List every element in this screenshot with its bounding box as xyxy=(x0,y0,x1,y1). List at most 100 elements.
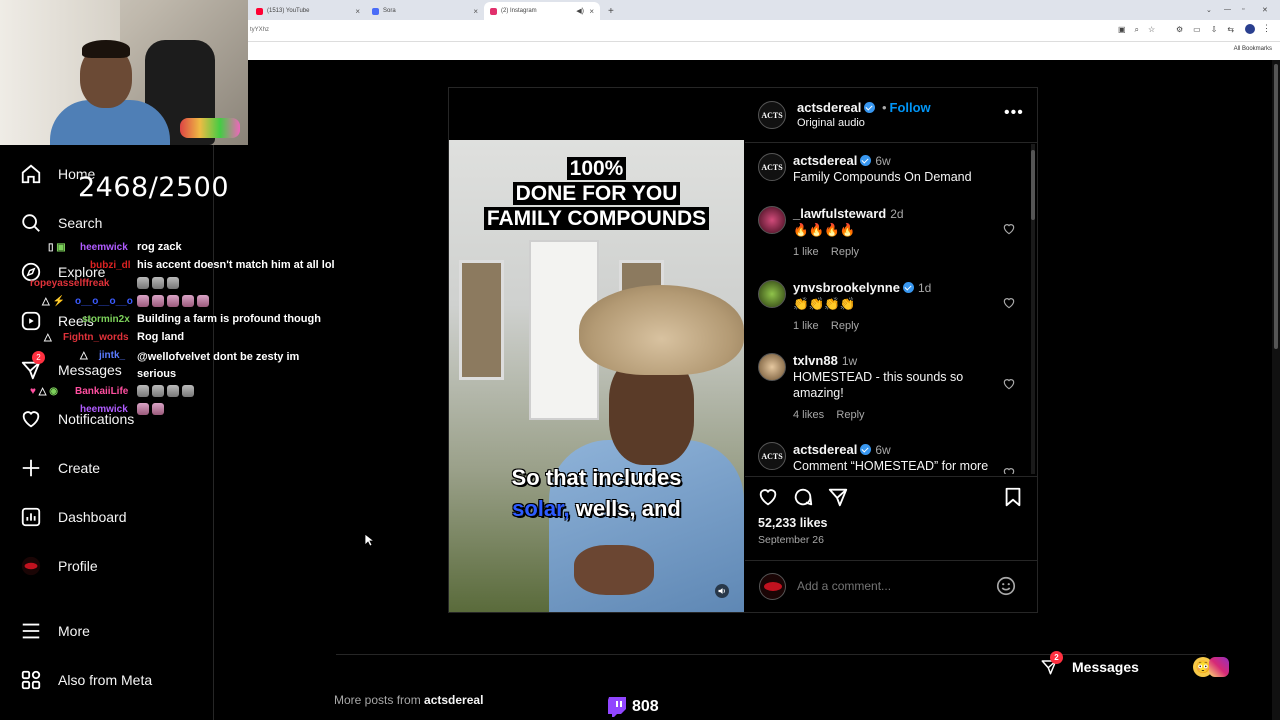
video-caption-top-line1: 100% xyxy=(449,156,744,181)
comment-icon[interactable] xyxy=(792,486,814,508)
close-tab-icon[interactable]: × xyxy=(355,7,360,16)
volume-icon[interactable] xyxy=(715,584,729,598)
maximize-icon[interactable]: ▫ xyxy=(1242,6,1244,13)
tab-instagram[interactable]: (2) Instagram ◀) × xyxy=(484,2,600,20)
minimize-icon[interactable]: — xyxy=(1224,6,1231,13)
audio-label[interactable]: Original audio xyxy=(797,117,865,129)
sidebar-item-profile[interactable]: Profile xyxy=(20,555,98,577)
chat-badge-icons: ♥ △ ◉ xyxy=(30,386,58,397)
comment-meta: 1 like Reply xyxy=(793,246,859,258)
kebab-menu-icon[interactable]: ⋮ xyxy=(1262,23,1271,34)
chat-message: rog zack xyxy=(137,241,182,253)
caption-username[interactable]: actsdereal xyxy=(793,153,857,168)
author-username[interactable]: actsdereal xyxy=(797,100,861,115)
chat-badge-icons: △ xyxy=(80,350,88,361)
sora-icon xyxy=(372,7,379,15)
chat-message: Rog land xyxy=(137,331,185,343)
comment-time: 1w xyxy=(841,354,858,368)
tab-youtube[interactable]: (1513) YouTube × xyxy=(250,2,366,20)
commenter-avatar[interactable]: ACTS xyxy=(758,442,786,470)
commenter-avatar[interactable] xyxy=(758,280,786,308)
comment-username[interactable]: ynvsbrookelynne xyxy=(793,280,900,295)
chat-username: jintk_ xyxy=(99,350,126,361)
instagram-icon xyxy=(1208,657,1229,677)
comment-username[interactable]: actsdereal xyxy=(793,442,857,457)
all-bookmarks[interactable]: All Bookmarks xyxy=(1234,46,1272,52)
man-hands xyxy=(574,545,654,595)
section-divider xyxy=(336,654,1206,655)
message-avatars: 😳 xyxy=(1192,657,1229,677)
comment-username[interactable]: _lawfulsteward xyxy=(793,206,886,221)
comment-author-row: ynvsbrookelynne 1d xyxy=(793,280,931,295)
towel xyxy=(180,118,240,138)
toolbar-icons[interactable]: ▣⌕☆ xyxy=(1118,25,1164,35)
caption-time: 6w xyxy=(875,154,891,168)
address-bar[interactable]: tyYXhz ▣⌕☆ ⚙▭⇩⇆ ⋮ xyxy=(248,20,1280,42)
instagram-icon xyxy=(490,7,497,15)
profile-avatar-icon[interactable] xyxy=(1245,24,1255,34)
commenter-avatar[interactable] xyxy=(758,353,786,381)
comment-like-icon[interactable] xyxy=(1002,466,1016,474)
comment-likes[interactable]: 1 like xyxy=(793,320,819,332)
actions-divider xyxy=(745,476,1037,477)
comment-likes[interactable]: 1 like xyxy=(793,246,819,258)
youtube-icon xyxy=(256,7,263,15)
sidebar-item-dashboard[interactable]: Dashboard xyxy=(20,506,127,528)
messages-icon-wrap: 2 xyxy=(1040,651,1063,676)
comment-like-icon[interactable] xyxy=(1002,377,1016,391)
reply-button[interactable]: Reply xyxy=(836,409,864,421)
chat-username: heemwick xyxy=(80,242,128,253)
sidebar-item-messages[interactable]: 2 Messages xyxy=(20,351,122,381)
comment-text: 👏👏👏👏 xyxy=(793,297,856,311)
close-window-icon[interactable]: ✕ xyxy=(1262,6,1268,14)
webcam-overlay xyxy=(0,0,248,145)
reply-button[interactable]: Reply xyxy=(831,246,859,258)
likes-count[interactable]: 52,233 likes xyxy=(758,516,828,530)
comments-scrollbar-thumb[interactable] xyxy=(1031,150,1035,220)
speaker-icon[interactable]: ◀) xyxy=(576,7,584,15)
extension-icons[interactable]: ⚙▭⇩⇆ xyxy=(1176,25,1244,34)
reel-video[interactable]: 100% DONE FOR YOU FAMILY COMPOUNDS So th… xyxy=(449,88,744,612)
comment-username[interactable]: txlvn88 xyxy=(793,353,838,368)
new-tab-button[interactable]: + xyxy=(602,2,618,20)
chat-username: stormin2x xyxy=(82,314,130,325)
sidebar-item-more[interactable]: More xyxy=(20,620,90,642)
header-divider xyxy=(745,142,1037,143)
bookmark-icon[interactable] xyxy=(1002,486,1024,508)
share-icon[interactable] xyxy=(827,486,849,508)
my-avatar-shape xyxy=(763,582,782,591)
emoji-icon[interactable] xyxy=(995,575,1017,597)
follow-button[interactable]: Follow xyxy=(890,100,931,115)
chat-username: ropeyasselffreak xyxy=(30,278,110,289)
video-subtitle-line1: So that includes xyxy=(511,465,682,490)
more-posts-username[interactable]: actsdereal xyxy=(424,693,483,707)
caption-author-avatar[interactable]: ACTS xyxy=(758,153,786,181)
close-tab-icon[interactable]: × xyxy=(589,7,594,16)
comment-like-icon[interactable] xyxy=(1002,222,1016,236)
comment-time: 2d xyxy=(890,207,904,221)
heart-icon xyxy=(22,411,40,428)
video-subtitle-line2: solar, wells, and xyxy=(512,496,681,521)
caption-author-row: actsdereal 6w xyxy=(793,153,891,168)
tab-sora[interactable]: Sora × xyxy=(366,2,484,20)
like-icon[interactable] xyxy=(757,486,779,508)
comment-like-icon[interactable] xyxy=(1002,296,1016,310)
sidebar-item-create[interactable]: Create xyxy=(20,457,100,479)
caption-text: Family Compounds On Demand xyxy=(793,170,972,184)
sidebar-item-search[interactable]: Search xyxy=(20,212,102,234)
add-comment-input[interactable] xyxy=(797,578,987,594)
commenter-avatar[interactable] xyxy=(758,206,786,234)
meta-icon xyxy=(21,670,41,690)
author-avatar[interactable]: ACTS xyxy=(758,101,786,129)
page-scrollbar-thumb[interactable] xyxy=(1274,64,1278,349)
chat-username: o__o__o__o xyxy=(75,296,133,307)
reply-button[interactable]: Reply xyxy=(831,320,859,332)
chat-message: @wellofvelvet dont be zesty im serious xyxy=(137,351,300,380)
messages-floating-button[interactable]: 2 Messages 😳 xyxy=(1040,651,1229,677)
comment-likes[interactable]: 4 likes xyxy=(793,409,824,421)
plus-icon xyxy=(22,459,40,477)
more-options-icon[interactable]: ••• xyxy=(1004,104,1024,122)
close-tab-icon[interactable]: × xyxy=(473,7,478,16)
sidebar-item-also-from-meta[interactable]: Also from Meta xyxy=(20,669,152,691)
tab-search-icon[interactable]: ⌄ xyxy=(1206,6,1212,14)
